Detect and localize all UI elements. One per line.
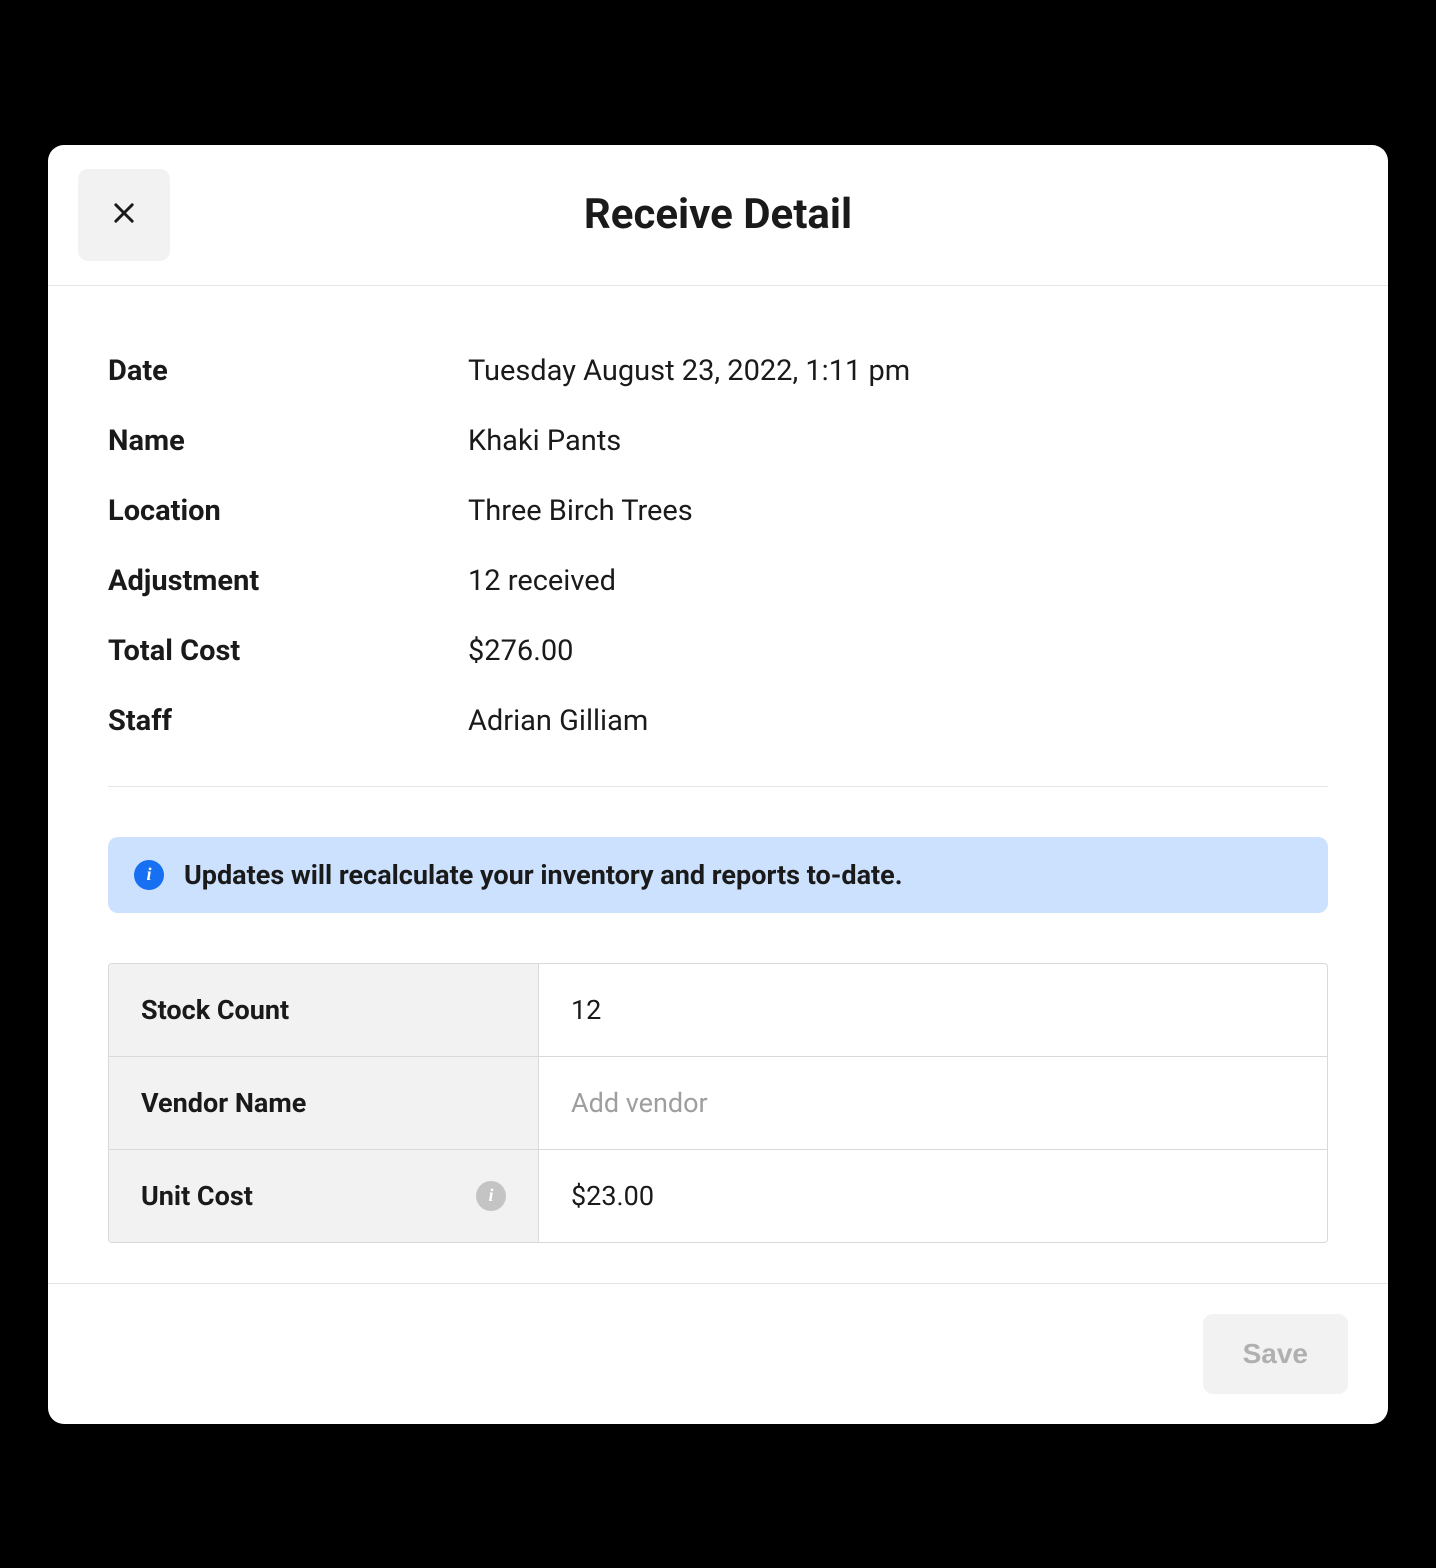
form-label-stock-count: Stock Count [109,964,539,1056]
form-value-cell-vendor-name [539,1057,1327,1149]
detail-label-location: Location [108,494,468,528]
detail-value-total-cost: $276.00 [468,634,573,668]
form-table: Stock Count Vendor Name Unit Cost i [108,963,1328,1243]
modal-title: Receive Detail [584,190,852,239]
detail-label-date: Date [108,354,468,388]
detail-value-adjustment: 12 received [468,564,616,598]
detail-row-date: Date Tuesday August 23, 2022, 1:11 pm [108,336,1328,406]
form-row-unit-cost: Unit Cost i [109,1150,1327,1242]
detail-label-adjustment: Adjustment [108,564,468,598]
detail-row-name: Name Khaki Pants [108,406,1328,476]
detail-row-location: Location Three Birch Trees [108,476,1328,546]
modal-footer: Save [48,1283,1388,1424]
detail-value-name: Khaki Pants [468,424,621,458]
divider [108,786,1328,787]
detail-row-total-cost: Total Cost $276.00 [108,616,1328,686]
detail-label-total-cost: Total Cost [108,634,468,668]
save-button[interactable]: Save [1203,1314,1348,1394]
form-value-cell-unit-cost [539,1150,1327,1242]
detail-label-staff: Staff [108,704,468,738]
unit-cost-input[interactable] [571,1180,1295,1212]
close-button[interactable] [78,169,170,261]
vendor-name-input[interactable] [571,1087,1295,1119]
info-banner: i Updates will recalculate your inventor… [108,837,1328,913]
form-label-unit-cost: Unit Cost i [109,1150,539,1242]
detail-label-name: Name [108,424,468,458]
modal-header: Receive Detail [48,145,1388,286]
detail-row-staff: Staff Adrian Gilliam [108,686,1328,756]
stock-count-input[interactable] [571,994,1295,1026]
close-icon [110,192,138,237]
form-label-vendor-name: Vendor Name [109,1057,539,1149]
detail-value-location: Three Birch Trees [468,494,693,528]
modal-body: Date Tuesday August 23, 2022, 1:11 pm Na… [48,286,1388,1283]
form-row-stock-count: Stock Count [109,964,1327,1057]
receive-detail-modal: Receive Detail Date Tuesday August 23, 2… [48,145,1388,1424]
info-icon[interactable]: i [476,1181,506,1211]
detail-row-adjustment: Adjustment 12 received [108,546,1328,616]
form-row-vendor-name: Vendor Name [109,1057,1327,1150]
info-banner-text: Updates will recalculate your inventory … [184,859,903,891]
detail-value-staff: Adrian Gilliam [468,704,648,738]
detail-value-date: Tuesday August 23, 2022, 1:11 pm [468,354,910,388]
info-icon: i [134,860,164,890]
detail-list: Date Tuesday August 23, 2022, 1:11 pm Na… [108,336,1328,756]
form-value-cell-stock-count [539,964,1327,1056]
